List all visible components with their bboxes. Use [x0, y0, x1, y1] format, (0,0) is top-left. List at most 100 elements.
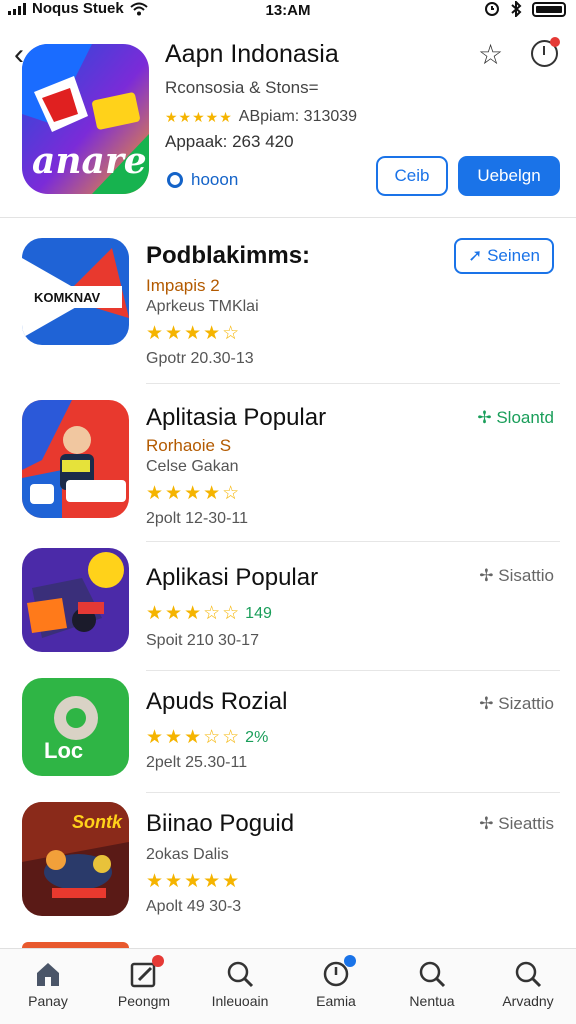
- app-icon-text: anare: [32, 140, 147, 182]
- search-icon: [227, 961, 254, 988]
- list-item[interactable]: Aplitasia Popular Rorhaoie S Celse Gakan…: [0, 386, 576, 542]
- item-rating-stars: ★★★☆☆ 2%: [146, 726, 268, 749]
- app-thumb-icon: KOMKNAV: [22, 238, 129, 345]
- tab-label: Panay: [28, 993, 68, 1009]
- link-icon: [167, 172, 183, 188]
- action-label: Seinen: [487, 246, 540, 265]
- item-category: Aprkeus TMKlai: [146, 298, 259, 315]
- clock-icon: [321, 955, 356, 989]
- notification-badge: [550, 37, 560, 47]
- item-action-button[interactable]: ✢ Sizattio: [479, 694, 554, 714]
- search-icon: [515, 961, 542, 988]
- action-label: Sloantd: [496, 408, 554, 427]
- thumb-text: Loc: [44, 738, 84, 763]
- home-icon: [37, 963, 59, 986]
- download-icon: ✢: [479, 694, 499, 713]
- tab-home[interactable]: Panay: [0, 949, 96, 1024]
- item-rating-stars: ★★★☆☆ 149: [146, 602, 272, 625]
- alarm-icon: [485, 2, 499, 16]
- status-bar: Noqus Stuek 13:AM: [0, 0, 576, 20]
- download-icon: ✢: [479, 566, 499, 585]
- list-item[interactable]: Aplikasi Popular ★★★☆☆ 149 Spoit 210 30-1…: [0, 544, 576, 672]
- tab-clock[interactable]: Eamia: [288, 949, 384, 1024]
- edit-icon: [129, 955, 164, 989]
- app-thumb-icon: Loc: [22, 678, 129, 776]
- search-icon: [419, 961, 446, 988]
- item-title: Aplitasia Popular: [146, 404, 327, 431]
- item-subtitle: Rorhaoie S: [146, 436, 232, 455]
- item-title: Biinao Poguid: [146, 810, 295, 837]
- favorite-star-icon[interactable]: ☆: [478, 38, 503, 71]
- rating-count: 149: [245, 604, 272, 622]
- item-meta: Spoit 210 30-17: [146, 632, 259, 649]
- tab-badge: [152, 955, 164, 967]
- stars-glyphs: ★★★★☆: [146, 483, 242, 504]
- item-subtitle: Impapis 2: [146, 276, 220, 295]
- item-title: Apuds Rozial: [146, 688, 288, 715]
- tab-edit[interactable]: Peongm: [96, 949, 192, 1024]
- download-icon: ✢: [479, 814, 499, 833]
- tab-search-2[interactable]: Nentua: [384, 949, 480, 1024]
- list-item[interactable]: Loc Apuds Rozial ★★★☆☆ 2% 2pelt 25.30-11 …: [0, 674, 576, 794]
- tab-label: Peongm: [117, 993, 171, 1009]
- item-meta: 2pelt 25.30-11: [146, 754, 248, 771]
- rating-count: 2%: [245, 728, 269, 746]
- item-meta: Gpotr 20.30-13: [146, 350, 254, 367]
- tab-search-3[interactable]: Arvadny: [480, 949, 576, 1024]
- item-title: Aplikasi Popular: [146, 564, 319, 591]
- stars-glyphs: ★★★★★: [146, 871, 242, 892]
- tab-label: Inleuoain: [211, 993, 269, 1009]
- app-link[interactable]: hooon: [167, 170, 238, 190]
- item-category: 2okas Dalis: [146, 846, 229, 863]
- battery-icon: [532, 1, 566, 17]
- app-thumb-icon: [22, 548, 129, 652]
- item-title: Podblakimms:: [146, 242, 311, 269]
- app-subtitle: Rconsosia & Stons=: [165, 78, 319, 97]
- divider: [146, 541, 560, 542]
- app-link-text: hooon: [191, 170, 239, 189]
- stars-glyphs: ★★★☆☆: [146, 727, 242, 748]
- item-action-button[interactable]: ✢ Sloantd: [477, 408, 554, 428]
- notification-clock-icon[interactable]: [531, 37, 560, 67]
- thumb-text: KOMKNAV: [34, 290, 101, 305]
- item-rating-stars: ★★★★☆: [146, 322, 241, 345]
- divider: [146, 383, 560, 384]
- tab-label: Arvadny: [502, 993, 554, 1009]
- action-label: Sieattis: [498, 814, 554, 833]
- item-rating-stars: ★★★★★: [146, 870, 241, 893]
- item-action-button[interactable]: ✢ Sieattis: [479, 814, 554, 834]
- thumb-text: Sontk: [72, 812, 123, 832]
- list-item[interactable]: KOMKNAV Podblakimms: Impapis 2 Aprkeus T…: [0, 228, 576, 384]
- item-rating-stars: ★★★★☆: [146, 482, 241, 505]
- divider: [146, 792, 560, 793]
- tab-search-1[interactable]: Inleuoain: [192, 949, 288, 1024]
- app-rating: ★★★★★ ABpiam: 313039: [165, 108, 357, 126]
- app-icon: anare: [22, 44, 149, 194]
- app-thumb-icon: Sontk: [22, 802, 129, 916]
- item-meta: Apolt 49 30-3: [146, 898, 242, 915]
- tab-badge: [344, 955, 356, 967]
- list-item[interactable]: Sontk Biinao Poguid 2okas Dalis ★★★★★ Ap…: [0, 796, 576, 944]
- app-meta: Appaak: 263 420: [165, 132, 294, 151]
- stars-glyphs: ★★★☆☆: [146, 603, 242, 624]
- secondary-button[interactable]: Ceib: [376, 156, 448, 196]
- item-action-button[interactable]: ➚ Seinen: [454, 238, 554, 274]
- action-label: Sizattio: [498, 694, 554, 713]
- status-right: [484, 1, 566, 17]
- tab-label: Eamia: [316, 993, 356, 1009]
- tab-label: Nentua: [409, 993, 455, 1009]
- primary-button[interactable]: Uebelgn: [458, 156, 560, 196]
- send-icon: ➚: [468, 246, 488, 265]
- action-label: Sisattio: [498, 566, 554, 585]
- app-header: ‹ anare Aapn Indonasia Rconsosia & Stons…: [0, 22, 576, 218]
- stars-glyphs: ★★★★☆: [146, 323, 242, 344]
- item-action-button[interactable]: ✢ Sisattio: [479, 566, 554, 586]
- rating-text: ABpiam: 313039: [238, 108, 358, 125]
- bottom-tab-bar: Panay Peongm Inleuoain Eamia Nentua Arva…: [0, 948, 576, 1024]
- download-icon: ✢: [477, 408, 497, 427]
- app-thumb-icon: [22, 400, 129, 518]
- item-meta: 2polt 12-30-11: [146, 510, 248, 527]
- app-title: Aapn Indonasia: [165, 40, 339, 68]
- item-category: Celse Gakan: [146, 458, 239, 475]
- divider: [146, 670, 560, 671]
